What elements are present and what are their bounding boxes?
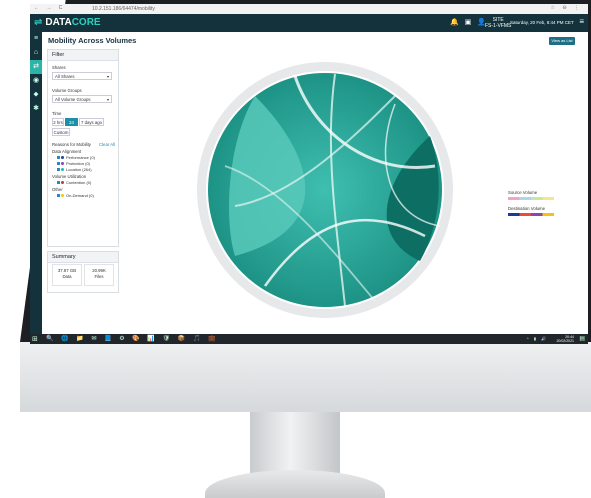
time-24hrs-button[interactable]: 24 hrs <box>65 118 78 133</box>
reasons-label: Reasons for Mobility <box>52 142 91 147</box>
page-title: Mobility Across Volumes <box>48 36 137 45</box>
chevron-down-icon: ▾ <box>106 97 109 102</box>
summary-panel: Summary 37.87 GB Data 20.99K Files <box>47 251 119 293</box>
app-header: ⇌ DATACORE 🔔▣👤 SITE FS-1-VFMS Saturday, 2… <box>30 14 588 32</box>
clear-all-link[interactable]: Clear All <box>99 142 115 147</box>
volume-util-label: Volume Utilization <box>52 174 87 179</box>
shares-select[interactable]: All Shares ▾ <box>52 72 112 80</box>
logo-icon: ⇌ <box>34 17 43 28</box>
filter-panel: Filter Shares All Shares ▾ Volume Groups … <box>47 49 119 247</box>
storage-icon[interactable]: ▣ <box>465 19 478 26</box>
other-label: Other <box>52 187 63 192</box>
bell-icon[interactable]: 🔔 <box>450 19 465 26</box>
address-bar[interactable]: 10.2.151.186/64474/mobility <box>92 6 155 12</box>
mobility-chord-diagram[interactable] <box>195 56 455 324</box>
volume-groups-select[interactable]: All Volume Groups ▾ <box>52 95 112 103</box>
time-custom-button[interactable]: Custom <box>52 128 70 136</box>
datacore-logo[interactable]: ⇌ DATACORE <box>34 17 101 28</box>
time-label: Time <box>52 111 62 116</box>
legend: Source Volume Destination Volume <box>508 190 554 216</box>
hamburger-icon[interactable]: ≡ <box>30 32 42 46</box>
summary-title: Summary <box>48 252 118 263</box>
tags-icon[interactable]: ⬥ <box>30 88 42 102</box>
filter-title: Filter <box>48 50 118 61</box>
taskbar-app-icons[interactable]: 🔍 🌐 📁 ✉ 📘 ⚙ 🎨 📊 🛡 📦 🎵 💼 <box>46 335 219 342</box>
chevron-down-icon: ▾ <box>106 74 109 79</box>
site-indicator[interactable]: SITE FS-1-VFMS <box>485 17 511 29</box>
mobility-icon[interactable]: ⇄ <box>30 60 42 74</box>
browser-nav-icons[interactable]: ← → C <box>34 5 65 11</box>
volumes-icon[interactable]: ◉ <box>30 74 42 88</box>
system-tray-icons[interactable]: ^ ▮ 🔊 <box>527 336 548 341</box>
legend-source-label: Source Volume <box>508 190 538 195</box>
view-as-list-button[interactable]: View as List <box>549 37 575 45</box>
time-2hrs-button[interactable]: 2 hrs <box>52 118 64 126</box>
legend-source-bar <box>508 197 554 200</box>
home-icon[interactable]: ⌂ <box>30 46 42 60</box>
checkbox-performance[interactable]: Performance (0) <box>57 155 95 160</box>
browser-action-icons[interactable]: ☆ ⊖ ⋮ <box>551 5 582 11</box>
summary-data-cell: 37.87 GB Data <box>52 264 82 286</box>
summary-files-cell: 20.99K Files <box>84 264 114 286</box>
header-datetime: Saturday, 20 Feb, 8:44 PM CET <box>510 20 574 25</box>
time-7days-button[interactable]: 7 days ago <box>79 118 104 126</box>
windows-start-icon[interactable]: ⊞ <box>32 335 38 343</box>
monitor-chin <box>20 342 591 412</box>
menu-icon[interactable]: ≡ <box>579 17 584 26</box>
settings-icon[interactable]: ✱ <box>30 102 42 116</box>
checkbox-location[interactable]: Location (264) <box>57 167 92 172</box>
checkbox-contention[interactable]: Contention (0) <box>57 180 91 185</box>
checkbox-on-demand[interactable]: On-Demand (0) <box>57 193 94 198</box>
checkbox-protection[interactable]: Protection (0) <box>57 161 90 166</box>
data-alignment-label: Data Alignment <box>52 149 82 154</box>
volume-groups-label: Volume Groups <box>52 88 82 93</box>
sidebar: ≡ ⌂ ⇄ ◉ ⬥ ✱ <box>30 32 42 334</box>
legend-destination-label: Destination Volume <box>508 206 546 211</box>
screen: ← → C 10.2.151.186/64474/mobility ☆ ⊖ ⋮ … <box>30 4 588 344</box>
legend-destination-bar <box>508 213 554 216</box>
notification-icon[interactable]: ▤ <box>579 335 585 342</box>
taskbar-clock[interactable]: 20:44 20/02/2021 <box>556 335 574 343</box>
monitor-base <box>205 470 385 498</box>
shares-label: Shares <box>52 65 66 70</box>
windows-taskbar: ⊞ 🔍 🌐 📁 ✉ 📘 ⚙ 🎨 📊 🛡 📦 🎵 💼 ^ ▮ 🔊 20:44 20… <box>30 334 588 344</box>
